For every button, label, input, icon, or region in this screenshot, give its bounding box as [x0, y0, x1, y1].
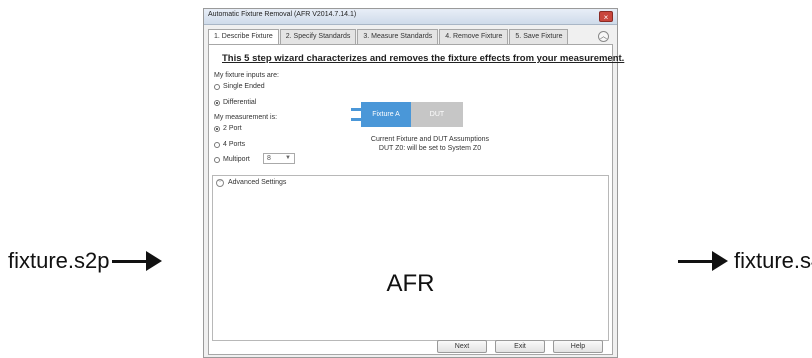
tab-remove-fixture[interactable]: 4. Remove Fixture — [439, 29, 509, 44]
input-file-label: fixture.s2p — [8, 248, 110, 273]
output-file-label: fixture.s4p — [734, 248, 812, 273]
tab-measure-standards[interactable]: 3. Measure Standards — [357, 29, 439, 44]
output-file-annotation: fixture.s4p — [678, 248, 812, 274]
collapse-chevron-icon[interactable]: ︿ — [598, 31, 609, 42]
next-button[interactable]: Next — [437, 340, 487, 353]
wizard-tabs: 1. Describe Fixture 2. Specify Standards… — [208, 29, 569, 45]
radio-dot-selected — [214, 125, 220, 132]
radio-dot — [214, 83, 220, 90]
tab-specify-standards[interactable]: 2. Specify Standards — [279, 29, 357, 44]
tab-describe-fixture[interactable]: 1. Describe Fixture — [208, 29, 279, 45]
describe-fixture-panel: This 5 step wizard characterizes and rem… — [208, 44, 624, 355]
assumptions-line-1: Current Fixture and DUT Assumptions — [370, 136, 490, 143]
radio-differential[interactable]: Differential — [214, 99, 256, 106]
radio-label: 2 Port — [223, 125, 242, 132]
wizard-heading: This 5 step wizard characterizes and rem… — [222, 53, 625, 64]
radio-dot-selected — [214, 99, 220, 106]
right-arrow-icon — [678, 250, 728, 272]
title-bar: Automatic Fixture Removal (AFR V2014.7.1… — [204, 9, 617, 25]
radio-label: Multiport — [223, 156, 250, 163]
radio-2-port[interactable]: 2 Port — [214, 125, 242, 132]
input-file-annotation: fixture.s2p — [8, 248, 162, 274]
multiport-value: 8 — [267, 155, 271, 162]
radio-multiport[interactable]: Multiport — [214, 156, 250, 163]
chevron-down-icon: ▼ — [285, 155, 291, 161]
radio-dot — [214, 141, 220, 148]
expand-chevron-icon[interactable]: ﹀ — [216, 179, 224, 187]
exit-button[interactable]: Exit — [495, 340, 545, 353]
advanced-settings-toggle[interactable]: Advanced Settings — [228, 179, 286, 186]
window-title: Automatic Fixture Removal (AFR V2014.7.1… — [208, 11, 357, 18]
radio-label: Single Ended — [223, 83, 265, 90]
fixture-inputs-label: My fixture inputs are: — [214, 72, 279, 79]
assumptions-text: Current Fixture and DUT Assumptions DUT … — [355, 135, 505, 153]
help-button[interactable]: Help — [553, 340, 603, 353]
radio-4-ports[interactable]: 4 Ports — [214, 141, 245, 148]
advanced-settings-section: ﹀ Advanced Settings AFR — [212, 175, 609, 341]
radio-label: Differential — [223, 99, 257, 106]
afr-overlay-label: AFR — [386, 270, 435, 297]
multiport-select[interactable]: 8 ▼ — [263, 153, 295, 164]
assumptions-line-2: DUT Z0: will be set to System Z0 — [378, 145, 482, 152]
fixture-a-block: Fixture A — [361, 102, 411, 127]
dut-block: DUT — [411, 102, 463, 127]
close-button[interactable]: × — [599, 11, 613, 22]
measurement-label: My measurement is: — [214, 114, 278, 121]
afr-window: Automatic Fixture Removal (AFR V2014.7.1… — [203, 8, 624, 358]
fixture-dut-diagram: Fixture A DUT — [351, 102, 463, 127]
radio-label: 4 Ports — [223, 141, 246, 148]
tab-save-fixture[interactable]: 5. Save Fixture — [509, 29, 569, 44]
right-arrow-icon — [111, 250, 162, 272]
radio-dot — [214, 156, 220, 163]
radio-single-ended[interactable]: Single Ended — [214, 83, 265, 90]
